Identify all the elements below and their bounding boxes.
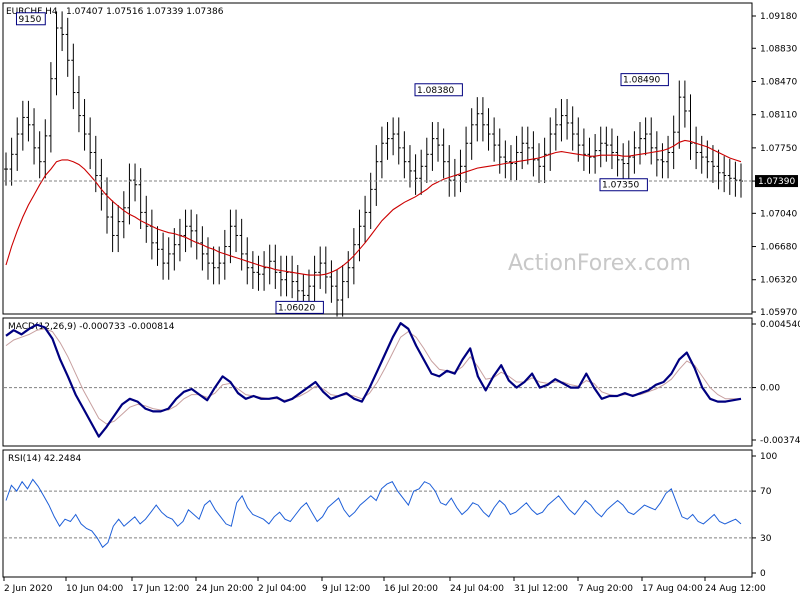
x-axis-label: 7 Aug 20:00	[578, 584, 633, 594]
x-axis-label: 17 Jun 12:00	[132, 584, 189, 594]
x-axis-label: 2 Jul 04:00	[258, 584, 307, 594]
current-price-label: 1.07390	[758, 177, 795, 187]
macd-y-tick-label: 0.00	[760, 384, 780, 394]
x-axis-label: 10 Jun 04:00	[66, 584, 123, 594]
rsi-y-tick-label: 100	[760, 452, 777, 462]
rsi-title: RSI(14) 42.2484	[8, 454, 81, 464]
price-annotation-label: 1.06020	[278, 303, 315, 313]
axis-layer: 1.09180 1.08830 1.08470 1.08110 1.07750 1.073…	[3, 12, 800, 594]
price-annotation-label: 1.08380	[417, 86, 454, 96]
price-annotation-label: 1.07350	[602, 181, 639, 191]
price-y-tick-label: 1.07750	[760, 144, 797, 154]
price-y-tick-label: 1.05970	[760, 308, 797, 318]
ohlc-label: 1.07407 1.07516 1.07339 1.07386	[66, 7, 224, 17]
price-y-tick-label: 1.06320	[760, 276, 797, 286]
x-axis-label: 24 Jun 20:00	[196, 584, 253, 594]
forex-chart: ActionForex.com EURCHF,H4 1.07407 1.0751…	[2, 2, 800, 594]
x-axis-label: 2 Jun 2020	[4, 584, 53, 594]
macd-layer	[4, 322, 752, 438]
price-y-tick-label: 1.09180	[760, 12, 797, 22]
x-axis-label: 16 Jul 20:00	[384, 584, 438, 594]
x-axis-label: 24 Aug 12:00	[705, 584, 766, 594]
price-y-tick-label: 1.08110	[760, 111, 797, 121]
watermark: ActionForex.com	[508, 251, 691, 276]
macd-y-tick-label: -0.003745	[760, 436, 800, 446]
x-axis-label: 31 Jul 12:00	[514, 584, 568, 594]
x-axis-label: 17 Aug 04:00	[642, 584, 703, 594]
x-axis-label: 24 Jul 04:00	[450, 584, 504, 594]
macd-y-tick-label: 0.004540	[760, 320, 800, 330]
price-annotation-label: 9150	[18, 15, 41, 25]
price-y-tick-label: 1.08830	[760, 44, 797, 54]
rsi-y-tick-label: 0	[760, 569, 766, 579]
price-y-tick-label: 1.07040	[760, 209, 797, 219]
price-y-tick-label: 1.06680	[760, 243, 797, 253]
macd-signal-line	[5, 328, 741, 425]
rsi-y-tick-label: 70	[760, 487, 772, 497]
rsi-panel-frame	[2, 449, 753, 578]
rsi-y-tick-label: 30	[760, 534, 772, 544]
rsi-line	[5, 478, 742, 549]
price-y-tick-label: 1.08470	[760, 77, 797, 87]
price-annotation-label: 1.08490	[623, 76, 660, 86]
rsi-layer	[4, 478, 752, 549]
x-axis-label: 9 Jul 12:00	[322, 584, 371, 594]
